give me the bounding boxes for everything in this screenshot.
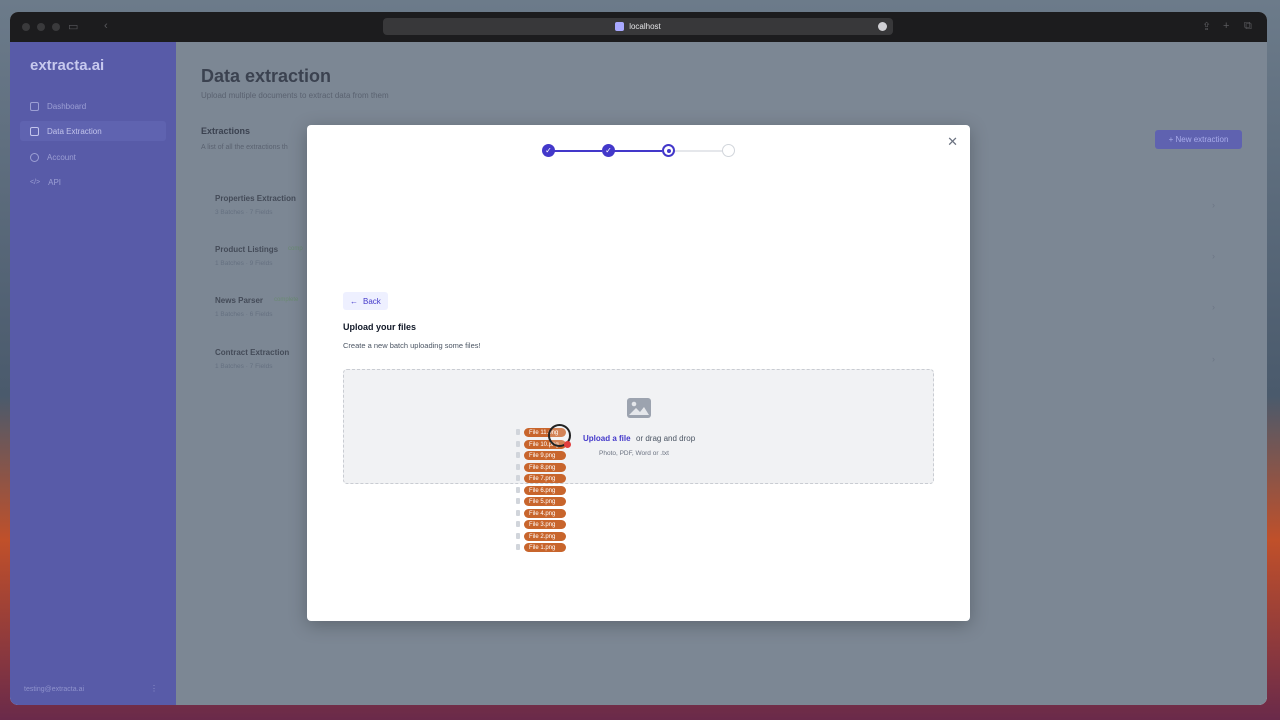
address-bar[interactable]: localhost [383, 18, 893, 35]
chevron-right-icon: › [1212, 354, 1215, 364]
drag-count-badge [564, 441, 571, 448]
file-icon [516, 521, 520, 527]
window-controls[interactable] [22, 23, 60, 31]
document-icon [30, 126, 39, 136]
new-extraction-button[interactable]: + New extraction [1155, 130, 1242, 149]
new-tab-icon[interactable]: + [1223, 20, 1229, 32]
status-badge: comp [288, 246, 303, 252]
sidebar-item-label: Data Extraction [47, 126, 102, 136]
status-badge: complete [274, 297, 299, 303]
upload-modal: ✕ ✓ ✓ ← Back Upload your files Create a … [307, 125, 970, 621]
drag-drop-text: or drag and drop [636, 434, 696, 443]
user-icon [30, 152, 39, 162]
extraction-name: Properties Extraction [215, 194, 296, 203]
file-icon [516, 429, 520, 435]
file-tag: File 6.png [524, 486, 566, 495]
sidebar-item-data-extraction[interactable]: Data Extraction [20, 121, 166, 141]
step-3-current [662, 144, 675, 157]
sidebar-item-dashboard[interactable]: Dashboard [20, 96, 166, 116]
section-title: Extractions [201, 126, 251, 136]
file-icon [516, 452, 520, 458]
url-text: localhost [629, 22, 661, 31]
file-tag: File 7.png [524, 474, 566, 483]
close-icon[interactable]: ✕ [947, 134, 958, 150]
file-tag: File 8.png [524, 463, 566, 472]
file-icon [516, 475, 520, 481]
more-icon[interactable] [878, 22, 887, 31]
sidebar-item-api[interactable]: </> API [20, 172, 166, 192]
file-types-hint: Photo, PDF, Word or .txt [599, 450, 669, 457]
file-icon [516, 510, 520, 516]
page-subtitle: Upload multiple documents to extract dat… [201, 91, 389, 100]
check-icon: ✓ [545, 146, 552, 155]
file-tag: File 4.png [524, 509, 566, 518]
check-icon: ✓ [605, 146, 612, 155]
sidebar-item-label: Dashboard [47, 101, 87, 111]
page-title: Data extraction [201, 66, 332, 86]
sidebar-item-account[interactable]: Account [20, 147, 166, 167]
file-icon [516, 487, 520, 493]
file-tag: File 2.png [524, 532, 566, 541]
sidebar: extracta.ai Dashboard Data Extraction Ac… [10, 42, 176, 705]
file-icon [516, 498, 520, 504]
user-menu-icon[interactable]: ⋮ [150, 684, 158, 693]
site-icon [615, 22, 625, 31]
step-4-todo [722, 144, 735, 157]
logo[interactable]: extracta.ai [30, 57, 104, 74]
extraction-meta: 1 Batches · 6 Fields [215, 311, 273, 318]
sidebar-toggle-icon[interactable]: ▭ [68, 20, 78, 33]
upload-title: Upload your files [343, 322, 417, 332]
sidebar-item-label: API [48, 177, 62, 187]
tabs-overview-icon[interactable]: ⧉ [1244, 20, 1252, 33]
upload-subtitle: Create a new batch uploading some files! [343, 341, 481, 350]
back-nav-icon[interactable]: ‹ [104, 20, 108, 32]
extraction-name: Product Listings [215, 245, 279, 254]
upload-file-link[interactable]: Upload a file [583, 434, 631, 443]
file-icon [516, 544, 520, 550]
chevron-right-icon: › [1212, 302, 1215, 312]
chevron-right-icon: › [1212, 251, 1215, 261]
file-dropzone[interactable]: Upload a file or drag and drop Photo, PD… [343, 369, 934, 484]
file-tag: File 3.png [524, 520, 566, 529]
file-icon [516, 464, 520, 470]
sidebar-item-label: Account [47, 152, 76, 162]
extraction-meta: 1 Batches · 7 Fields [215, 363, 273, 370]
user-email[interactable]: testing@extracta.ai [24, 686, 84, 693]
share-icon[interactable]: ⇪ [1202, 20, 1211, 33]
file-tag: File 9.png [524, 451, 566, 460]
step-2-done: ✓ [602, 144, 615, 157]
arrow-left-icon: ← [350, 296, 358, 306]
code-icon: </> [30, 178, 41, 186]
step-connector [554, 150, 602, 152]
extraction-name: News Parser [215, 296, 264, 305]
step-1-done: ✓ [542, 144, 555, 157]
browser-titlebar: ▭ ‹ localhost ⇪ + ⧉ [10, 12, 1267, 42]
step-connector [614, 150, 662, 152]
file-icon [516, 441, 520, 447]
extraction-meta: 1 Batches · 9 Fields [215, 260, 273, 267]
extraction-name: Contract Extraction [215, 348, 290, 357]
back-label: Back [363, 296, 381, 306]
file-icon [516, 533, 520, 539]
step-connector [674, 150, 722, 152]
extraction-meta: 3 Batches · 7 Fields [215, 209, 273, 216]
stepper: ✓ ✓ [542, 143, 742, 159]
image-icon [627, 398, 651, 418]
file-tag: File 5.png [524, 497, 566, 506]
chevron-right-icon: › [1212, 200, 1215, 210]
home-icon [30, 101, 39, 111]
file-tag: File 1.png [524, 543, 566, 552]
section-subtitle: A list of all the extractions th [201, 144, 288, 151]
back-button[interactable]: ← Back [343, 292, 388, 310]
